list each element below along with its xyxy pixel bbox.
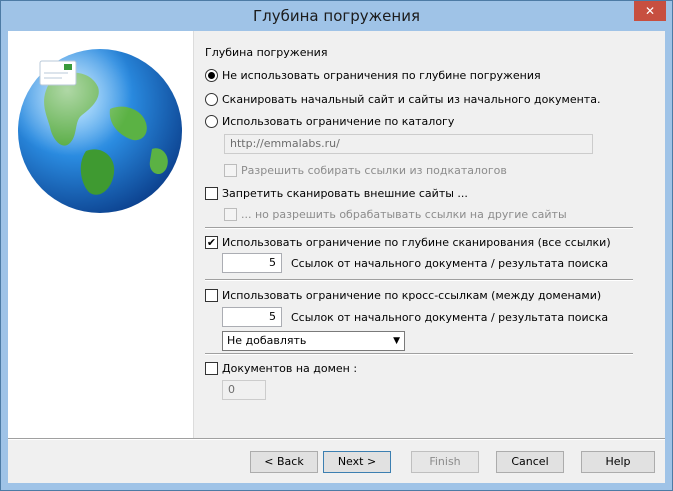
checkbox[interactable] [224,208,237,221]
cross-links-input[interactable]: 5 [222,307,282,327]
window-frame-bottom [1,483,672,490]
radio-button[interactable] [205,93,218,106]
radio-catalog-limit[interactable]: Использовать ограничение по каталогу [205,115,454,128]
chevron-down-icon: ▼ [393,336,400,346]
close-button[interactable]: ✕ [634,1,666,21]
checkbox[interactable]: ✔ [205,236,218,249]
cross-links-mode-select[interactable]: Не добавлять ▼ [222,331,405,351]
checkbox[interactable] [205,187,218,200]
footer-divider [8,438,665,440]
radio-label: Сканировать начальный сайт и сайты из на… [222,93,601,106]
section-divider [205,227,633,229]
allow-subcatalogs-option[interactable]: Разрешить собирать ссылки из подкаталого… [224,164,507,177]
cross-links-limit-option[interactable]: Использовать ограничение по кросс-ссылка… [205,289,601,302]
radio-start-site-only[interactable]: Сканировать начальный сайт и сайты из на… [205,93,600,106]
checkmark-icon: ✔ [206,236,217,249]
radio-button[interactable] [205,69,218,82]
wizard-side-panel [8,31,194,439]
radio-button[interactable] [205,115,218,128]
select-value: Не добавлять [227,334,307,347]
checkbox[interactable] [224,164,237,177]
dialog-client-area: Глубина погружения Не использовать огран… [8,31,665,483]
caption-text: Ссылок от начального документа / результ… [291,257,609,270]
allow-process-links-option[interactable]: ... но разрешить обрабатывать ссылки на … [224,208,567,221]
docs-per-domain-input[interactable]: 0 [222,380,266,400]
cross-links-caption: Ссылок от начального документа / результ… [291,311,608,324]
scan-depth-input[interactable]: 5 [222,253,282,273]
scan-depth-limit-option[interactable]: ✔ Использовать ограничение по глубине ск… [205,236,611,249]
docs-per-domain-option[interactable]: Документов на домен : [205,362,357,375]
section-heading: Глубина погружения [205,46,328,59]
checkbox[interactable] [205,289,218,302]
radio-label: Не использовать ограничения по глубине п… [222,69,541,82]
window-title: Глубина погружения [253,7,420,25]
catalog-url-field[interactable]: http://emmalabs.ru/ [224,134,593,154]
depth-settings-panel: Глубина погружения Не использовать огран… [205,31,645,431]
section-divider [205,279,633,281]
checkbox-label: Разрешить собирать ссылки из подкаталого… [241,164,507,177]
cancel-button[interactable]: Cancel [496,451,564,473]
radio-label: Использовать ограничение по каталогу [222,115,455,128]
checkbox-label: Запретить сканировать внешние сайты ... [222,187,468,200]
checkbox[interactable] [205,362,218,375]
globe-illustration [18,49,182,213]
wizard-window: Глубина погружения ✕ Глубина погружения … [0,0,673,491]
title-bar[interactable]: Глубина погружения ✕ [1,1,672,31]
checkbox-label: ... но разрешить обрабатывать ссылки на … [241,208,567,221]
radio-no-depth-limit[interactable]: Не использовать ограничения по глубине п… [205,69,541,82]
close-icon: ✕ [644,4,656,18]
block-external-option[interactable]: Запретить сканировать внешние сайты ... [205,187,468,200]
help-button[interactable]: Help [581,451,655,473]
checkbox-label: Документов на домен : [222,362,358,375]
checkbox-label: Использовать ограничение по кросс-ссылка… [222,289,602,302]
caption-text: Ссылок от начального документа / результ… [291,311,609,324]
section-divider [205,353,633,355]
next-button[interactable]: Next > [323,451,391,473]
finish-button[interactable]: Finish [411,451,479,473]
checkbox-label: Использовать ограничение по глубине скан… [222,236,611,249]
window-frame-left [1,31,8,490]
back-button[interactable]: < Back [250,451,318,473]
scan-depth-caption: Ссылок от начального документа / результ… [291,257,608,270]
window-frame-right [665,31,672,490]
